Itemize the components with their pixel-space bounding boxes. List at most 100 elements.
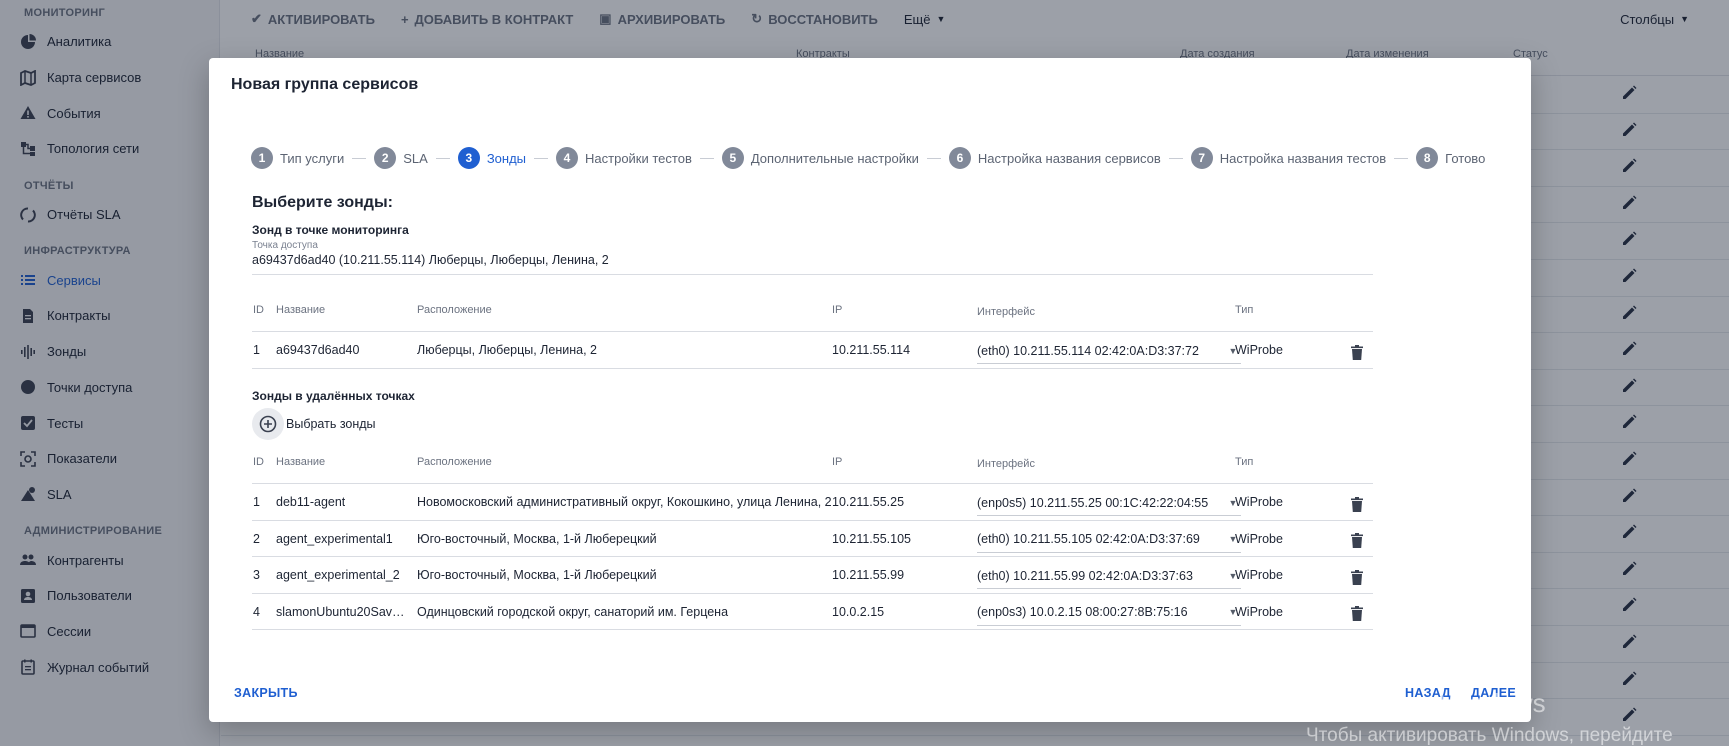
cell-type: WiProbe [1235, 343, 1283, 357]
step-extra-settings[interactable]: 5 Дополнительные настройки [721, 147, 919, 169]
new-service-group-dialog: Новая группа сервисов 1 Тип услуги 2 SLA 3… [209, 58, 1531, 722]
step-connector [1394, 157, 1409, 159]
cell-name: deb11-agent [276, 495, 346, 509]
windows-activation-hint: Чтобы активировать Windows, перейдите [1306, 725, 1673, 746]
cell-ip: 10.211.55.114 [832, 343, 911, 357]
step-service-type[interactable]: 1 Тип услуги [251, 147, 344, 169]
col-location: Расположение [417, 304, 492, 316]
col-location: Расположение [417, 456, 492, 468]
table-row: 4 slamonUbuntu20Savus… Одинцовский город… [252, 594, 1373, 630]
cell-type: WiProbe [1235, 495, 1283, 509]
windows-activation-watermark: Активация Windows [1306, 688, 1546, 718]
cell-type: WiProbe [1235, 604, 1283, 619]
table-header: ID Название Расположение IP Интерфейс Ти… [252, 432, 1373, 484]
col-type: Тип [1235, 304, 1254, 316]
access-point-label: Точка доступа [252, 240, 318, 251]
cell-ip: 10.0.2.15 [832, 604, 885, 619]
delete-icon[interactable] [1348, 568, 1366, 586]
step-sla[interactable]: 2 SLA [374, 147, 428, 169]
step-label: SLA [403, 150, 428, 166]
step-service-naming[interactable]: 6 Настройка названия сервисов [948, 147, 1161, 169]
delete-icon[interactable] [1348, 343, 1366, 361]
step-probes[interactable]: 3 Зонды [457, 147, 527, 169]
dialog-title: Новая группа сервисов [231, 76, 419, 93]
step-connector [435, 157, 450, 159]
close-button[interactable]: ЗАКРЫТЬ [234, 686, 298, 700]
step-label: Тип услуги [280, 150, 345, 166]
step-number: 7 [1190, 147, 1213, 169]
wizard-stepper: 1 Тип услуги 2 SLA 3 Зонды 4 Настройки тесто… [251, 146, 1485, 170]
cell-location: Новомосковский административный округ, К… [417, 495, 832, 509]
local-probe-heading: Зонд в точке мониторинга [252, 223, 409, 237]
step-number: 1 [251, 147, 273, 169]
remote-probes-heading: Зонды в удалённых точках [252, 389, 415, 403]
step-connector [699, 157, 714, 159]
table-row: 3 agent_experimental_2 Юго-восточный, Мо… [252, 557, 1373, 594]
col-id: ID [253, 456, 264, 468]
cell-location: Юго-восточный, Москва, 1-й Люберецкий [417, 568, 657, 582]
cell-location: Люберцы, Люберцы, Ленина, 2 [417, 343, 597, 357]
step-label: Настройка названия тестов [1219, 150, 1387, 166]
step-label: Настройки тестов [585, 150, 692, 166]
local-probes-table: ID Название Расположение IP Интерфейс Ти… [252, 280, 1373, 369]
table-row: 2 agent_experimental1 Юго-восточный, Мос… [252, 521, 1373, 557]
col-type: Тип [1235, 456, 1254, 468]
cell-ip: 10.211.55.25 [832, 495, 905, 509]
interface-select[interactable]: (enp0s3) 10.0.2.15 08:00:27:8B:75:16 ▼ [977, 600, 1241, 626]
col-name: Название [276, 304, 326, 316]
interface-select[interactable]: (eth0) 10.211.55.114 02:42:0A:D3:37:72 ▼ [977, 338, 1241, 364]
choose-probes-label: Выбрать зонды [286, 417, 376, 431]
step-label: Настройка названия сервисов [977, 150, 1161, 166]
step-label: Готово [1445, 150, 1486, 166]
step-connector [1168, 157, 1183, 159]
interface-value: (eth0) 10.211.55.105 02:42:0A:D3:37:69 [977, 532, 1200, 546]
table-header: ID Название Расположение IP Интерфейс Ти… [252, 280, 1373, 332]
step-number: 5 [721, 147, 744, 169]
interface-select[interactable]: (eth0) 10.211.55.105 02:42:0A:D3:37:69 ▼ [977, 527, 1241, 553]
cell-location: Одинцовский городской округ, санаторий и… [417, 604, 729, 619]
step-connector [926, 157, 941, 159]
choose-probes-heading: Выберите зонды: [252, 194, 393, 211]
col-name: Название [276, 456, 326, 468]
step-number: 4 [556, 147, 579, 169]
cell-name: a69437d6ad40 [276, 343, 360, 357]
step-number: 8 [1416, 147, 1439, 169]
delete-icon[interactable] [1348, 495, 1366, 513]
cell-id: 3 [253, 568, 260, 582]
table-row: 1 deb11-agent Новомосковский администрат… [252, 484, 1373, 521]
cell-id: 2 [253, 531, 260, 546]
delete-icon[interactable] [1348, 605, 1366, 623]
cell-ip: 10.211.55.99 [832, 568, 905, 582]
cell-location: Юго-восточный, Москва, 1-й Люберецкий [417, 531, 657, 546]
col-ip: IP [832, 304, 843, 316]
interface-value: (enp0s5) 10.211.55.25 00:1C:42:22:04:55 [977, 495, 1209, 510]
remote-probes-table: ID Название Расположение IP Интерфейс Ти… [252, 432, 1373, 630]
col-interface: Интерфейс [977, 306, 1035, 318]
access-point-value[interactable]: a69437d6ad40 (10.211.55.114) Люберцы, Лю… [252, 253, 1373, 275]
interface-select[interactable]: (enp0s5) 10.211.55.25 00:1C:42:22:04:55 ▼ [977, 490, 1241, 516]
step-label: Зонды [486, 150, 527, 166]
step-label: Дополнительные настройки [750, 150, 919, 166]
step-test-settings[interactable]: 4 Настройки тестов [556, 147, 692, 169]
col-interface: Интерфейс [977, 458, 1035, 470]
cell-name: slamonUbuntu20Savus… [276, 604, 411, 619]
cell-name: agent_experimental1 [276, 531, 393, 546]
step-test-naming[interactable]: 7 Настройка названия тестов [1190, 147, 1387, 169]
step-number: 3 [457, 147, 480, 169]
table-row: 1 a69437d6ad40 Люберцы, Люберцы, Ленина,… [252, 332, 1373, 369]
cell-name: agent_experimental_2 [276, 568, 400, 582]
cell-type: WiProbe [1235, 568, 1283, 582]
cell-type: WiProbe [1235, 531, 1283, 546]
step-done[interactable]: 8 Готово [1416, 147, 1485, 169]
step-connector [352, 157, 367, 159]
step-connector [534, 157, 549, 159]
delete-icon[interactable] [1348, 532, 1366, 550]
step-number: 6 [948, 147, 971, 169]
cell-id: 1 [253, 495, 260, 509]
interface-value: (eth0) 10.211.55.99 02:42:0A:D3:37:63 [977, 568, 1193, 583]
col-id: ID [253, 304, 264, 316]
step-number: 2 [374, 147, 397, 169]
interface-select[interactable]: (eth0) 10.211.55.99 02:42:0A:D3:37:63 ▼ [977, 563, 1241, 589]
interface-value: (enp0s3) 10.0.2.15 08:00:27:8B:75:16 [977, 605, 1188, 619]
cell-ip: 10.211.55.105 [832, 531, 912, 546]
